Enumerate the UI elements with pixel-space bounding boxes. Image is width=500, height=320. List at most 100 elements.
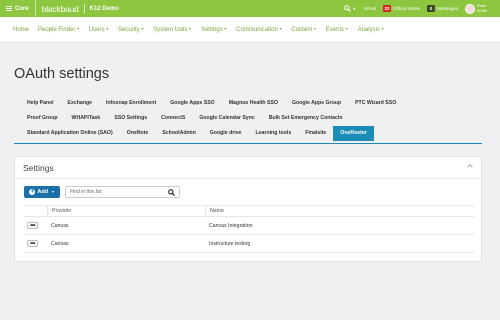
tab-google-apps-sso[interactable]: Google Apps SSO — [163, 96, 221, 111]
column-header-name[interactable]: Name — [205, 206, 474, 216]
tab-magnus-health-sso[interactable]: Magnus Health SSO — [222, 96, 285, 111]
find-in-list-input[interactable] — [66, 187, 166, 197]
nav-item-label: Content — [291, 26, 313, 33]
search-icon — [344, 5, 352, 12]
search-icon[interactable] — [168, 189, 175, 196]
chevron-down-icon: ▼ — [352, 6, 357, 11]
tab-google-drive[interactable]: Google drive — [203, 126, 249, 141]
nav-item-home[interactable]: Home — [13, 27, 29, 33]
chevron-down-icon: ▼ — [105, 26, 109, 31]
add-label: Add — [37, 189, 49, 195]
tab-ptc-wizard-sso[interactable]: PTC Wizard SSO — [348, 96, 403, 111]
tab-sso-settings[interactable]: SSO Settings — [107, 111, 154, 126]
tab-google-calendar-sync[interactable]: Google Calendar Sync — [192, 111, 261, 126]
add-button[interactable]: + Add ▼ — [24, 186, 60, 198]
find-in-list-field — [65, 186, 180, 198]
settings-panel: Settings + Add ▼ Provider Name ••• Canvas… — [14, 156, 482, 262]
nav-item-label: People Finder — [38, 26, 76, 33]
tab-row: Proof Group WHAPITask SSO Settings ConnectS… — [20, 111, 482, 126]
official-notes-link[interactable]: 33 Official Notes — [382, 5, 421, 12]
user-menu[interactable]: Peter Wolfe — [465, 3, 495, 14]
tab-oneroster[interactable]: OneRoster — [333, 126, 374, 141]
core-label: Core — [15, 5, 29, 12]
tab-infosnap-enrollment[interactable]: Infosnap Enrollment — [99, 96, 163, 111]
messages-count: 0 — [427, 5, 436, 12]
nav-item-security[interactable]: Security▼ — [118, 27, 144, 33]
providers-table: Provider Name ••• Canvas Canvas Integratio… — [24, 205, 474, 253]
nav-item-people-finder[interactable]: People Finder▼ — [38, 27, 80, 33]
table-body: ••• Canvas Canvas Integration ••• Canvas Inst… — [24, 217, 474, 253]
chevron-down-icon: ▼ — [76, 26, 80, 31]
tab-standard-application-online-sao[interactable]: Standard Application Online (SAO) — [20, 126, 120, 141]
nav-item-label: Communication — [236, 26, 278, 33]
nav-item-events[interactable]: Events▼ — [326, 27, 349, 33]
nav-item-label: Home — [13, 26, 30, 33]
brand-divider — [83, 4, 85, 13]
nav-item-label: Events — [325, 26, 345, 33]
official-notes-count: 33 — [382, 5, 391, 12]
messages-label: Messages — [437, 6, 458, 11]
tab-google-apps-group[interactable]: Google Apps Group — [285, 96, 348, 111]
table-row: ••• Canvas Instructure testing — [24, 235, 474, 253]
table-row: ••• Canvas Canvas Integration — [24, 217, 474, 235]
tab-row: Help Panel Exchange Infosnap Enrollment Goo… — [20, 96, 482, 111]
column-header-provider[interactable]: Provider — [47, 206, 205, 216]
chevron-down-icon: ▼ — [313, 26, 317, 31]
nav-item-system-tools[interactable]: System tools▼ — [153, 27, 192, 33]
tab-row: Standard Application Online (SAO) OneNote… — [20, 126, 482, 141]
nav-item-settings[interactable]: Settings▼ — [201, 27, 227, 33]
chevron-down-icon: ▼ — [223, 26, 228, 31]
hamburger-icon — [6, 5, 12, 12]
row-actions-cell: ••• — [24, 222, 47, 229]
page-title: OAuth settings — [14, 66, 110, 82]
nav-item-users[interactable]: Users▼ — [89, 27, 109, 33]
chevron-down-icon: ▼ — [345, 26, 349, 31]
chevron-down-icon: ▼ — [140, 26, 145, 31]
top-bar-left: Core blackbaud K12 Demo — [0, 0, 119, 17]
name-cell[interactable]: Canvas Integration — [205, 217, 474, 234]
plus-icon: + — [29, 189, 36, 195]
core-menu-button[interactable]: Core — [0, 0, 36, 17]
school-name: K12 Demo — [89, 5, 119, 12]
chevron-down-icon: ▼ — [51, 190, 55, 194]
tab-schooladmin[interactable]: SchoolAdmin — [155, 126, 202, 141]
tab-exchange[interactable]: Exchange — [61, 96, 100, 111]
main-nav: Home People Finder▼ Users▼ Security▼ System … — [0, 17, 500, 43]
email-link[interactable]: Email — [364, 6, 376, 11]
collapse-icon[interactable] — [467, 163, 473, 169]
nav-item-label: Security — [117, 26, 140, 33]
tab-help-panel[interactable]: Help Panel — [20, 96, 61, 111]
nav-item-label: Users — [88, 26, 105, 33]
messages-link[interactable]: 0 Messages — [427, 5, 458, 12]
top-bar-right: ▼ Email 33 Official Notes 0 Messages Pet… — [344, 0, 500, 17]
tab-whapitask[interactable]: WHAPITask — [65, 111, 108, 126]
nav-item-label: System tools — [153, 26, 188, 33]
email-label: Email — [364, 6, 376, 11]
table-header: Provider Name — [24, 205, 474, 217]
user-name: Peter Wolfe — [477, 3, 488, 13]
panel-header: Settings — [15, 157, 481, 179]
chevron-down-icon: ▼ — [278, 26, 283, 31]
nav-item-communication[interactable]: Communication▼ — [236, 27, 282, 33]
panel-title: Settings — [23, 162, 54, 173]
tab-connects[interactable]: ConnectS — [154, 111, 192, 126]
row-actions-button[interactable]: ••• — [27, 240, 38, 247]
nav-item-content[interactable]: Content▼ — [291, 27, 316, 33]
name-cell[interactable]: Instructure testing — [205, 235, 474, 252]
tabs-divider — [14, 143, 482, 144]
tab-onenote[interactable]: OneNote — [120, 126, 156, 141]
tab-bulk-set-emergency-contacts[interactable]: Bulk Set Emergency Contacts — [262, 111, 350, 126]
global-search-button[interactable]: ▼ — [344, 5, 356, 12]
top-bar: Core blackbaud K12 Demo ▼ Email 33 Offic… — [0, 0, 500, 17]
tab-finalsite[interactable]: Finalsite — [298, 126, 333, 141]
avatar — [465, 3, 475, 14]
row-actions-button[interactable]: ••• — [27, 222, 38, 229]
nav-item-label: Settings — [200, 26, 223, 33]
panel-toolbar: + Add ▼ — [24, 186, 180, 198]
chevron-down-icon: ▼ — [380, 26, 385, 31]
tab-proof-group[interactable]: Proof Group — [20, 111, 65, 126]
settings-tabs: Help Panel Exchange Infosnap Enrollment Goo… — [20, 96, 482, 141]
tab-learning-tools[interactable]: Learning tools — [248, 126, 298, 141]
nav-item-analysis[interactable]: Analysis▼ — [358, 27, 385, 33]
official-notes-label: Official Notes — [392, 6, 421, 11]
